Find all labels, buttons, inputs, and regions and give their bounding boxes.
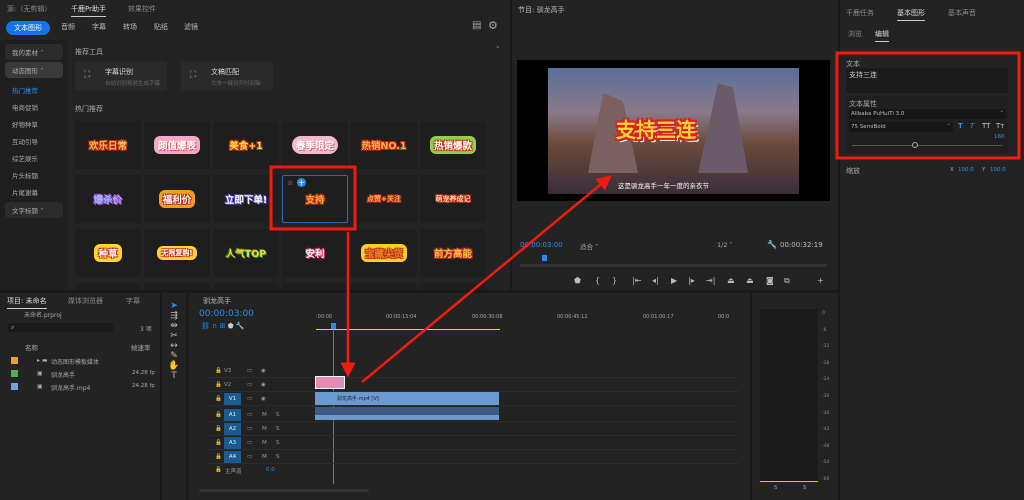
highlight-text-props <box>835 51 1021 160</box>
annotation-overlay <box>269 51 1021 383</box>
arrow-to-preview <box>361 175 612 383</box>
highlight-sticker <box>269 165 357 231</box>
